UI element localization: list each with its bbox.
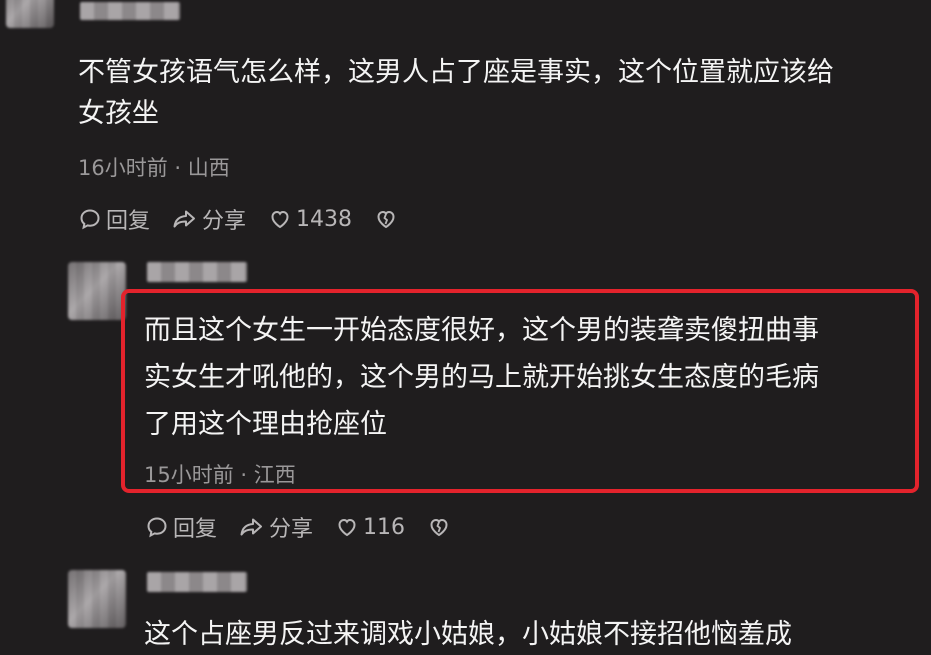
heart-icon	[271, 210, 289, 229]
dislike-button[interactable]	[427, 515, 455, 539]
reply-button[interactable]: 回复	[145, 511, 217, 543]
share-button[interactable]: 分享	[239, 511, 313, 543]
comment-bubble-icon	[80, 209, 100, 230]
username-blurred[interactable]	[147, 572, 247, 592]
heart-icon	[338, 518, 356, 537]
comment-text-line: 不管女孩语气怎么样，这男人占了座是事实，这个位置就应该给	[78, 57, 834, 88]
avatar[interactable]	[6, 0, 54, 28]
comment-text: 而且这个女生一开始态度很好，这个男的装聋卖傻扭曲事 实女生才吼他的，这个男的马上…	[144, 307, 819, 448]
comment-text-line: 实女生才吼他的，这个男的马上就开始挑女生态度的毛病	[144, 362, 819, 393]
avatar[interactable]	[68, 570, 126, 628]
comment-actions: 回复 分享 116	[145, 511, 477, 543]
like-button[interactable]: 1438	[268, 207, 352, 232]
dislike-button[interactable]	[374, 207, 402, 231]
share-button[interactable]: 分享	[172, 203, 246, 235]
comment-actions: 回复 分享 1438	[78, 203, 424, 235]
like-count: 1438	[296, 206, 353, 232]
comment-text-line: 而且这个女生一开始态度很好，这个男的装聋卖傻扭曲事	[144, 315, 819, 346]
like-count: 116	[363, 514, 406, 540]
broken-heart-icon	[430, 518, 448, 537]
avatar[interactable]	[68, 262, 126, 320]
comment-meta: 15小时前 · 江西	[144, 463, 296, 487]
reply-label: 回复	[173, 517, 218, 542]
comment-text: 不管女孩语气怎么样，这男人占了座是事实，这个位置就应该给 女孩坐	[78, 52, 834, 134]
share-arrow-icon	[240, 518, 263, 536]
username-blurred[interactable]	[147, 262, 247, 282]
comment-text-line: 这个占座男反过来调戏小姑娘，小姑娘不接招他恼羞成	[144, 619, 792, 650]
comment-meta: 16小时前 · 山西	[78, 156, 230, 180]
comment-text: 这个占座男反过来调戏小姑娘，小姑娘不接招他恼羞成	[144, 614, 792, 655]
comment-bubble-icon	[147, 517, 167, 538]
broken-heart-icon	[377, 210, 395, 229]
reply-button[interactable]: 回复	[78, 203, 150, 235]
reply-label: 回复	[106, 209, 151, 234]
like-button[interactable]: 116	[335, 515, 405, 540]
share-label: 分享	[269, 517, 314, 542]
comment-text-line: 了用这个理由抢座位	[144, 409, 387, 440]
share-label: 分享	[202, 209, 247, 234]
share-arrow-icon	[173, 210, 196, 228]
username-blurred[interactable]	[80, 2, 180, 20]
comment-text-line: 女孩坐	[78, 98, 159, 129]
